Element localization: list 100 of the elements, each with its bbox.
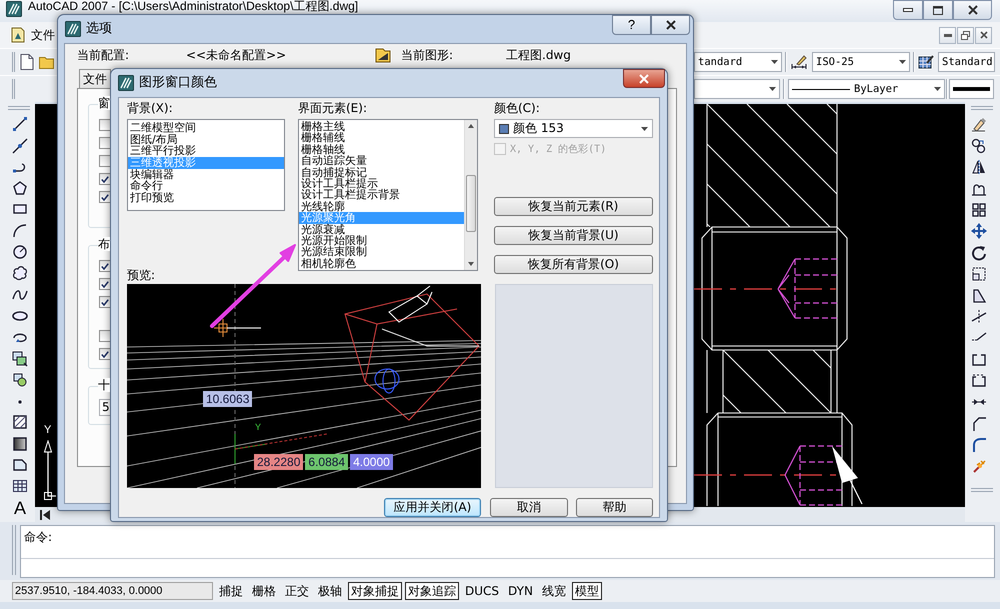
layer-dropdown[interactable] [694,79,780,99]
ruler-pencil-icon[interactable] [790,54,808,70]
list-item[interactable]: 设计工具栏提示 [299,178,464,190]
list-item[interactable]: 二维模型空间 [128,122,284,134]
help-button[interactable]: ? [612,15,651,35]
interface-element-list[interactable]: 栅格主线 栅格辅线 栅格轴线 自动追踪矢量 自动捕捉标记 设计工具栏提示 设计工具栏提示背景 光线轮廓 光源聚光角 光源衰减 光源开始限制 光源结束限制 相机轮廓色 [298,119,478,271]
tab[interactable]: 文件 [79,69,111,88]
checkbox[interactable] [99,260,111,272]
checkbox[interactable] [99,278,111,290]
folder-icon[interactable] [39,55,55,69]
checkbox[interactable] [99,191,111,203]
lineweight-dropdown[interactable] [949,79,994,99]
linetype-dropdown[interactable]: ByLayer [788,79,945,99]
background-list[interactable]: 二维模型空间 图纸/布局 三维平行投影 三维透视投影 块编辑器 命令行 打印预览 [127,119,285,211]
text-tool-button[interactable]: A [12,500,28,516]
diagonal-line-icon[interactable] [12,138,28,154]
grip-icon[interactable] [8,106,30,111]
list-item[interactable]: 图纸/布局 [128,134,284,146]
status-toggle[interactable]: DYN [505,582,536,600]
circle-icon[interactable] [12,244,28,260]
restore-button[interactable] [957,26,974,44]
status-toggle[interactable]: 线宽 [538,582,569,600]
list-item[interactable]: 自动捕捉标记 [299,166,464,178]
close-button[interactable] [975,26,992,44]
hatch-icon[interactable] [12,414,28,430]
slanted-shape-icon[interactable] [971,288,987,304]
status-toggle[interactable]: 模型 [572,582,602,600]
cut-corner-shape-icon[interactable] [12,457,28,474]
checkbox[interactable] [99,330,111,342]
table-icon[interactable] [12,478,28,494]
checkbox[interactable] [99,137,111,149]
list-item[interactable]: 栅格主线 [299,121,464,132]
gradient-icon[interactable] [12,436,28,452]
close-button[interactable] [623,69,665,88]
checkbox[interactable] [99,173,111,185]
grip-icon[interactable] [12,52,15,72]
arc-icon[interactable] [12,222,28,239]
pentagon-icon[interactable] [12,180,28,196]
list-item[interactable]: 三维平行投影 [128,145,284,158]
scrollbar[interactable] [464,120,477,270]
grip-icon[interactable] [12,79,15,99]
restore-button[interactable]: 恢复当前背景(U) [494,226,653,245]
list-item[interactable]: 命令行 [128,180,284,192]
list-item[interactable]: 打印预览 [128,192,284,204]
bevelled-corner-icon[interactable] [971,416,987,432]
text-style-dropdown[interactable]: tandard [694,52,782,72]
circular-arrow-icon[interactable] [971,244,987,261]
square-circle-icon[interactable] [12,372,28,388]
restore-button[interactable]: 恢复当前元素(R) [494,197,653,216]
minimize-button[interactable] [893,0,923,20]
close-button[interactable] [651,15,690,35]
two-circles-icon[interactable] [971,138,987,154]
line-icon[interactable] [12,116,28,132]
grip-icon[interactable] [971,488,993,494]
dimension-style-dropdown[interactable]: ISO-25 [812,52,910,72]
list-item[interactable]: 光线轮廓 [299,200,464,212]
nested-squares-icon[interactable] [971,266,987,282]
dialog-button[interactable]: 帮助 [576,498,653,517]
list-item[interactable]: 栅格轴线 [299,144,464,156]
new-file-icon[interactable] [20,54,34,70]
scroll-thumb[interactable] [466,175,476,232]
menu-item[interactable]: 文件 [31,28,55,42]
list-item[interactable]: 光源结束限制 [299,246,464,258]
color-dropdown[interactable]: 颜色 153 [494,119,653,138]
checkbox[interactable] [99,296,111,308]
status-toggle[interactable]: 极轴 [315,582,345,600]
list-item[interactable]: 栅格辅线 [299,132,464,144]
dialog-button[interactable]: 应用并关闭(A) [384,498,481,517]
status-toggle[interactable]: 栅格 [249,582,279,600]
status-toggle[interactable]: 正交 [282,582,312,600]
eraser-icon[interactable] [971,116,987,132]
dialog-button[interactable]: 取消 [490,498,568,517]
rounded-corner-icon[interactable] [971,437,987,454]
list-item[interactable]: 块编辑器 [128,168,284,180]
restore-button[interactable]: 恢复所有背景(O) [494,255,653,274]
firecracker-icon[interactable] [971,458,987,475]
status-toggle[interactable]: 对象捕捉 [348,582,402,600]
bracket-icon[interactable] [971,373,987,390]
maximize-button[interactable] [923,0,953,20]
overlapping-squares-icon[interactable] [12,350,28,367]
first-tab-icon[interactable] [40,510,50,520]
checkbox[interactable] [99,348,111,360]
list-item[interactable]: 相机轮廓色 [299,258,464,270]
mirror-triangles-icon[interactable] [971,159,987,176]
close-button[interactable] [953,0,992,20]
grip-icon[interactable] [971,106,993,111]
minimize-button[interactable] [939,26,956,44]
four-arrows-icon[interactable] [971,223,987,240]
list-item[interactable]: 光源开始限制 [299,234,464,246]
list-item[interactable]: 光源衰减 [299,224,464,235]
crossing-lines-icon[interactable] [971,308,987,325]
grid-squares-icon[interactable] [971,202,987,218]
checkbox[interactable] [99,119,111,131]
cloud-icon[interactable] [12,265,28,282]
list-item[interactable]: 设计工具栏提示背景 [299,189,464,201]
checkbox[interactable] [99,155,111,167]
table-pencil-icon[interactable] [918,54,934,70]
status-toggle[interactable]: 对象追踪 [405,582,459,600]
table-style-dropdown[interactable]: Standard [938,52,995,72]
status-toggle[interactable]: DUCS [462,582,502,600]
